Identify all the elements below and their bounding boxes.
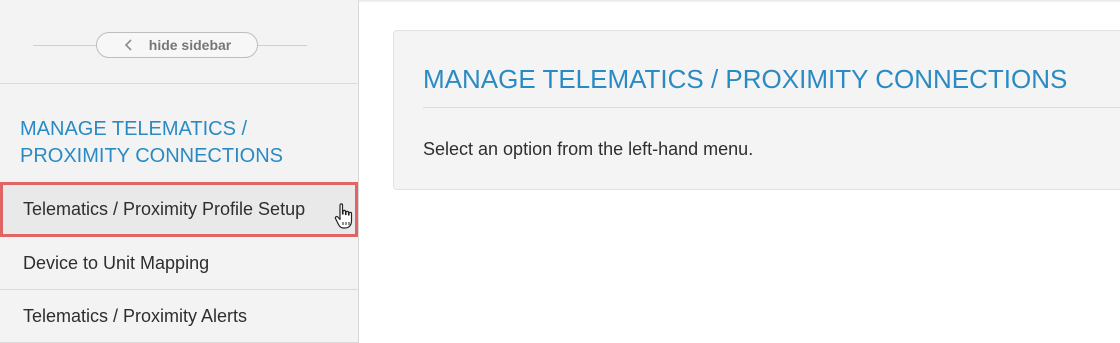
instruction-text: Select an option from the left-hand menu…	[423, 139, 754, 159]
hand-pointer-icon	[334, 203, 353, 229]
title-divider	[423, 107, 1120, 108]
divider-line-left	[33, 45, 97, 46]
sidebar-item-label: Device to Unit Mapping	[23, 252, 210, 273]
sidebar-item-label: Telematics / Proximity Profile Setup	[23, 199, 306, 219]
sidebar-item-alerts[interactable]: Telematics / Proximity Alerts	[0, 290, 358, 343]
divider-line-right	[257, 45, 307, 46]
chevron-left-icon	[124, 39, 132, 51]
app-root: hide sidebar MANAGE TELEMATICS / PROXIMI…	[0, 0, 1120, 343]
page-title: MANAGE TELEMATICS / PROXIMITY CONNECTION…	[423, 64, 1068, 94]
main-panel: MANAGE TELEMATICS / PROXIMITY CONNECTION…	[393, 30, 1120, 190]
sidebar-menu: Telematics / Proximity Profile Setup Dev…	[0, 182, 358, 343]
sidebar-item-label: Telematics / Proximity Alerts	[23, 305, 248, 326]
sidebar: hide sidebar MANAGE TELEMATICS / PROXIMI…	[0, 0, 359, 343]
hide-sidebar-label: hide sidebar	[148, 37, 232, 53]
top-shadow	[359, 0, 1120, 3]
sidebar-section-title: MANAGE TELEMATICS / PROXIMITY CONNECTION…	[20, 118, 283, 167]
sidebar-item-device-mapping[interactable]: Device to Unit Mapping	[0, 237, 358, 290]
hide-sidebar-button[interactable]: hide sidebar	[96, 32, 258, 58]
hide-sidebar-row: hide sidebar	[0, 0, 358, 84]
sidebar-item-profile-setup[interactable]: Telematics / Proximity Profile Setup	[0, 182, 358, 237]
